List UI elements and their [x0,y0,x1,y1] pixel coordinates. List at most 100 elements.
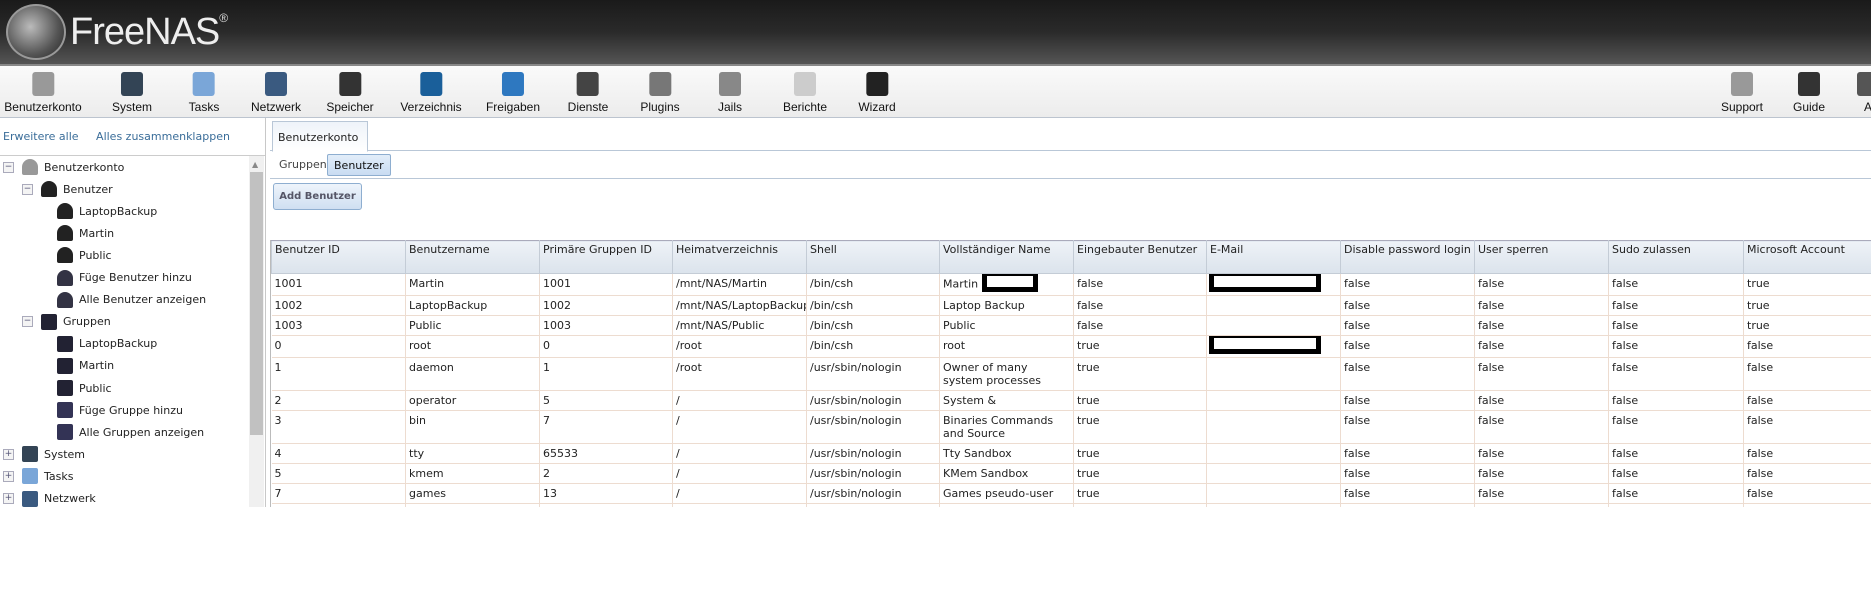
collapse-icon[interactable]: − [22,316,33,328]
toolbar-tasks[interactable]: Tasks [189,72,219,114]
column-header[interactable]: Sudo zulassen [1608,240,1744,274]
table-cell: Binaries Commands and Source [939,410,1074,444]
table-cell: false [1474,503,1609,507]
table-cell: true [1073,483,1207,504]
table-cell: /root [672,357,807,391]
expand-icon[interactable]: + [3,448,14,460]
tree-item-label: LaptopBackup [79,337,158,351]
table-row[interactable]: 4 tty 65533//usr/sbin/nologin Tty Sandbox tr… [271,443,1871,464]
column-header[interactable]: Disable password login [1340,240,1475,274]
column-header[interactable]: Benutzer ID [271,240,406,274]
tree-item-gruppen[interactable]: − Gruppen [22,312,111,332]
column-header[interactable]: User sperren [1474,240,1609,274]
table-row[interactable]: 1002 LaptopBackup 1002/mnt/NAS/LaptopBacku… [271,295,1871,316]
tree-item-füge-benutzer-hinzu[interactable]: Füge Benutzer hinzu [57,268,192,288]
table-cell: /bin/csh [806,335,940,358]
table-row[interactable]: 0 root 0/root/bin/csh root true false false fal… [271,335,1871,358]
toolbar-jails[interactable]: Jails [718,72,742,114]
column-header[interactable]: Heimatverzeichnis [672,240,807,274]
sidebar-scrollbar[interactable]: ▲ [249,156,264,507]
column-header[interactable]: Eingebauter Benutzer [1073,240,1207,274]
table-cell: 8 [271,503,406,507]
table-cell: /usr/sbin/nologin [806,503,940,507]
toolbar-berichte[interactable]: Berichte [783,72,827,114]
table-cell: false [1743,390,1871,411]
tree-item-netzwerk[interactable]: + Netzwerk [3,489,96,508]
system-icon [120,72,143,96]
toolbar-netzwerk[interactable]: Netzwerk [251,72,301,114]
table-cell: /usr/sbin/nologin [806,410,940,444]
column-header[interactable]: E-Mail [1206,240,1341,274]
column-header[interactable]: Shell [806,240,940,274]
content-panel: Benutzerkonto Gruppen Benutzer Add Benut… [270,118,1871,507]
freenas-logo[interactable]: FreeNAS® [6,4,228,60]
tree-item-benutzer[interactable]: − Benutzer [22,179,113,199]
tree-item-füge-gruppe-hinzu[interactable]: Füge Gruppe hinzu [57,400,183,420]
collapse-all-link[interactable]: Alles zusammenklappen [96,130,230,143]
table-cell: / [672,503,807,507]
column-header[interactable]: Primäre Gruppen ID [539,240,673,274]
table-row[interactable]: 1003 Public 1003/mnt/NAS/Public/bin/csh Pub… [271,315,1871,336]
tree-item-martin[interactable]: Martin [57,356,114,376]
toolbar-support[interactable]: Support [1721,72,1763,114]
subtab-gruppen[interactable]: Gruppen [273,154,333,176]
add-user-button[interactable]: Add Benutzer [273,183,362,210]
table-cell [1206,273,1341,296]
expand-icon[interactable]: + [3,493,14,504]
table-cell: true [1743,315,1871,336]
table-cell [1206,483,1341,504]
toolbar-guide[interactable]: Guide [1793,72,1825,114]
subtab-benutzer[interactable]: Benutzer [327,154,391,176]
tree-item-alle-benutzer-anzeigen[interactable]: Alle Benutzer anzeigen [57,290,206,310]
expand-all-link[interactable]: Erweitere alle [3,130,79,143]
column-header[interactable]: Vollständiger Name [939,240,1074,274]
tree-item-public[interactable]: Public [57,245,112,265]
expand-icon[interactable]: + [3,470,14,482]
table-row[interactable]: 5 kmem 2//usr/sbin/nologin KMem Sandbox true… [271,463,1871,484]
tree-item-public[interactable]: Public [57,378,112,398]
tab-bar: Benutzerkonto [270,118,1871,152]
tree-item-benutzerkonto[interactable]: − Benutzerkonto [3,157,124,177]
tree-item-laptopbackup[interactable]: LaptopBackup [57,334,157,354]
table-row[interactable]: 1 daemon 1/root/usr/sbin/nologin Owner of m… [271,357,1871,391]
toolbar-plugins[interactable]: Plugins [640,72,680,114]
table-cell: 3 [271,410,406,444]
table-cell: true [1073,443,1207,464]
toolbar-verzeichnis[interactable]: Verzeichnis [400,72,462,114]
table-cell: false [1340,410,1475,444]
toolbar-freigaben[interactable]: Freigaben [486,72,540,114]
table-row[interactable]: 3 bin 7//usr/sbin/nologin Binaries Commands… [271,410,1871,444]
tree-item-laptopbackup[interactable]: LaptopBackup [57,201,157,221]
toolbar-a[interactable]: A [1857,72,1871,114]
collapse-icon[interactable]: − [22,183,33,195]
table-row[interactable]: 1001 Martin 1001/mnt/NAS/Martin/bin/csh Mar… [271,273,1871,296]
column-header[interactable]: Microsoft Account [1743,240,1871,274]
column-header[interactable]: Benutzername [405,240,540,274]
tree-item-martin[interactable]: Martin [57,223,114,243]
toolbar-dienste[interactable]: Dienste [568,72,608,114]
table-cell: / [672,463,807,484]
tree-item-tasks[interactable]: + Tasks [3,466,73,486]
table-cell: operator [405,390,540,411]
toolbar-benutzerkonto[interactable]: Benutzerkonto [4,72,82,114]
collapse-icon[interactable]: − [3,161,14,173]
toolbar-wizard[interactable]: Wizard [858,72,896,114]
reports-icon [794,72,816,96]
tree-item-system[interactable]: + System [3,444,85,464]
table-cell: false [1474,483,1609,504]
table-row[interactable]: 7 games 13//usr/sbin/nologin Games pseudo-u… [271,483,1871,504]
scrollbar-thumb[interactable] [250,172,263,435]
scroll-up-icon[interactable]: ▲ [252,160,258,169]
toolbar-system[interactable]: System [112,72,152,114]
table-cell: tty [405,443,540,464]
table-cell: false [1340,503,1475,507]
table-cell: /mnt/NAS/LaptopBackup [672,295,807,316]
tab-benutzerkonto[interactable]: Benutzerkonto [272,121,368,152]
table-row[interactable]: 8news8//usr/sbin/nologinNews Subsystemtr… [271,503,1871,507]
table-row[interactable]: 2 operator 5//usr/sbin/nologin System & true… [271,390,1871,411]
table-cell: 1003 [539,315,673,336]
tree-item-alle-gruppen-anzeigen[interactable]: Alle Gruppen anzeigen [57,422,204,442]
toolbar-speicher[interactable]: Speicher [326,72,374,114]
toolbar-label: Support [1720,100,1764,114]
table-cell: false [1743,463,1871,484]
